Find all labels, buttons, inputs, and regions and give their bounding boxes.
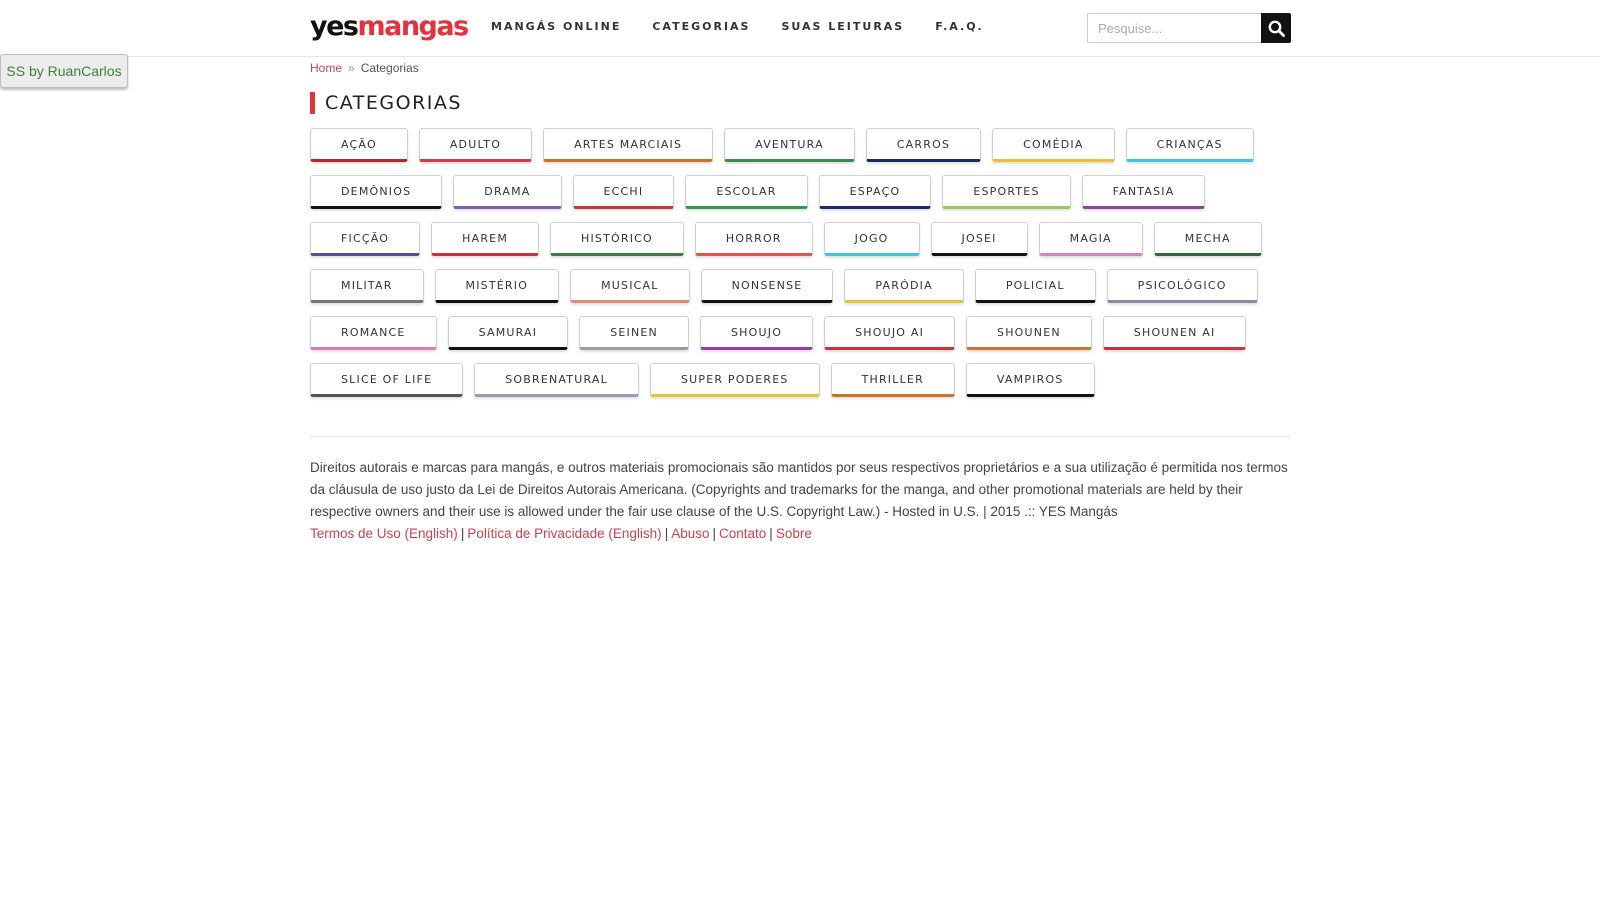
category-button[interactable]: ESCOLAR [685,175,808,209]
category-button[interactable]: AÇÃO [310,128,408,162]
category-button[interactable]: MUSICAL [570,269,690,303]
category-list: AÇÃO ADULTO ARTES MARCIAIS AVENTURA CARROS CO… [310,128,1300,410]
category-button[interactable]: JOGO [823,222,920,256]
category-button[interactable]: COMÉDIA [992,128,1115,162]
site-header: yesmangas MANGÁS ONLINE CATEGORIAS SUAS … [0,0,1600,57]
page-title: CATEGORIAS [310,92,462,114]
search-icon [1268,20,1285,37]
category-button[interactable]: SEINEN [579,316,689,350]
breadcrumb-current: Categorias [360,61,419,75]
category-button[interactable]: THRILLER [830,363,955,397]
breadcrumb: Home » Categorias [310,61,419,75]
nav-mangas-online[interactable]: MANGÁS ONLINE [491,20,621,33]
footer-link[interactable]: Política de Privacidade (English) [467,526,661,541]
category-button[interactable]: SHOUNEN AI [1102,316,1247,350]
footer-link-separator: | [769,526,773,541]
category-button[interactable]: ESPORTES [942,175,1071,209]
category-button[interactable]: CARROS [865,128,982,162]
logo-text-mangas: mangas [357,11,469,42]
copyright-text: Direitos autorais e marcas para mangás, … [310,460,1288,519]
category-button[interactable]: JOSEI [930,222,1028,256]
category-button[interactable]: FANTASIA [1081,175,1206,209]
category-button[interactable]: HORROR [694,222,813,256]
category-button[interactable]: HAREM [431,222,540,256]
category-button[interactable]: ARTES MARCIAIS [543,128,714,162]
nav-faq[interactable]: F.A.Q. [935,20,984,33]
breadcrumb-separator: » [348,61,355,75]
category-button[interactable]: SHOUJO AI [824,316,956,350]
category-button[interactable]: POLICIAL [974,269,1096,303]
footer-link-separator: | [712,526,716,541]
screenshot-credit-badge: SS by RuanCarlos [0,54,128,88]
footer-link-separator: | [664,526,669,541]
category-button[interactable]: MECHA [1153,222,1262,256]
site-footer: Direitos autorais e marcas para mangás, … [310,457,1295,545]
logo-text-yes: yes [310,11,359,42]
footer-link[interactable]: Termos de Uso (English) [310,526,458,541]
category-button[interactable]: ECCHI [572,175,675,209]
footer-link[interactable]: Sobre [776,526,812,541]
site-logo[interactable]: yesmangas [310,10,469,44]
category-button[interactable]: SAMURAI [447,316,569,350]
footer-link-separator: | [460,526,465,541]
search-input[interactable] [1087,13,1268,43]
nav-suas-leituras[interactable]: SUAS LEITURAS [781,20,904,33]
category-button[interactable]: ESPAÇO [818,175,932,209]
search-box [1087,13,1291,43]
category-button[interactable]: AVENTURA [724,128,855,162]
category-button[interactable]: VAMPIROS [965,363,1095,397]
footer-link[interactable]: Abuso [671,526,709,541]
category-button[interactable]: MILITAR [310,269,424,303]
nav-categorias[interactable]: CATEGORIAS [652,20,750,33]
category-button[interactable]: SHOUJO [700,316,814,350]
category-button[interactable]: SOBRENATURAL [474,363,639,397]
category-button[interactable]: NONSENSE [700,269,834,303]
footer-divider [310,436,1290,437]
category-button[interactable]: DRAMA [453,175,562,209]
category-button[interactable]: CRIANÇAS [1125,128,1254,162]
category-button[interactable]: SLICE OF LIFE [310,363,464,397]
category-button[interactable]: HISTÓRICO [550,222,684,256]
category-button[interactable]: PSICOLÓGICO [1106,269,1258,303]
footer-links: Termos de Uso (English) | Política de Priv… [310,523,1295,545]
category-button[interactable]: FICÇÃO [310,222,421,256]
category-button[interactable]: SUPER PODERES [649,363,820,397]
search-button[interactable] [1261,13,1291,43]
category-button[interactable]: MAGIA [1038,222,1143,256]
category-button[interactable]: MISTÉRIO [434,269,560,303]
breadcrumb-home[interactable]: Home [310,61,342,75]
category-button[interactable]: ADULTO [418,128,533,162]
category-button[interactable]: ROMANCE [310,316,437,350]
main-nav: MANGÁS ONLINE CATEGORIAS SUAS LEITURAS F… [491,20,1015,33]
category-button[interactable]: PARÓDIA [844,269,964,303]
footer-link[interactable]: Contato [719,526,766,541]
category-button[interactable]: SHOUNEN [966,316,1092,350]
category-button[interactable]: DEMÔNIOS [310,175,443,209]
